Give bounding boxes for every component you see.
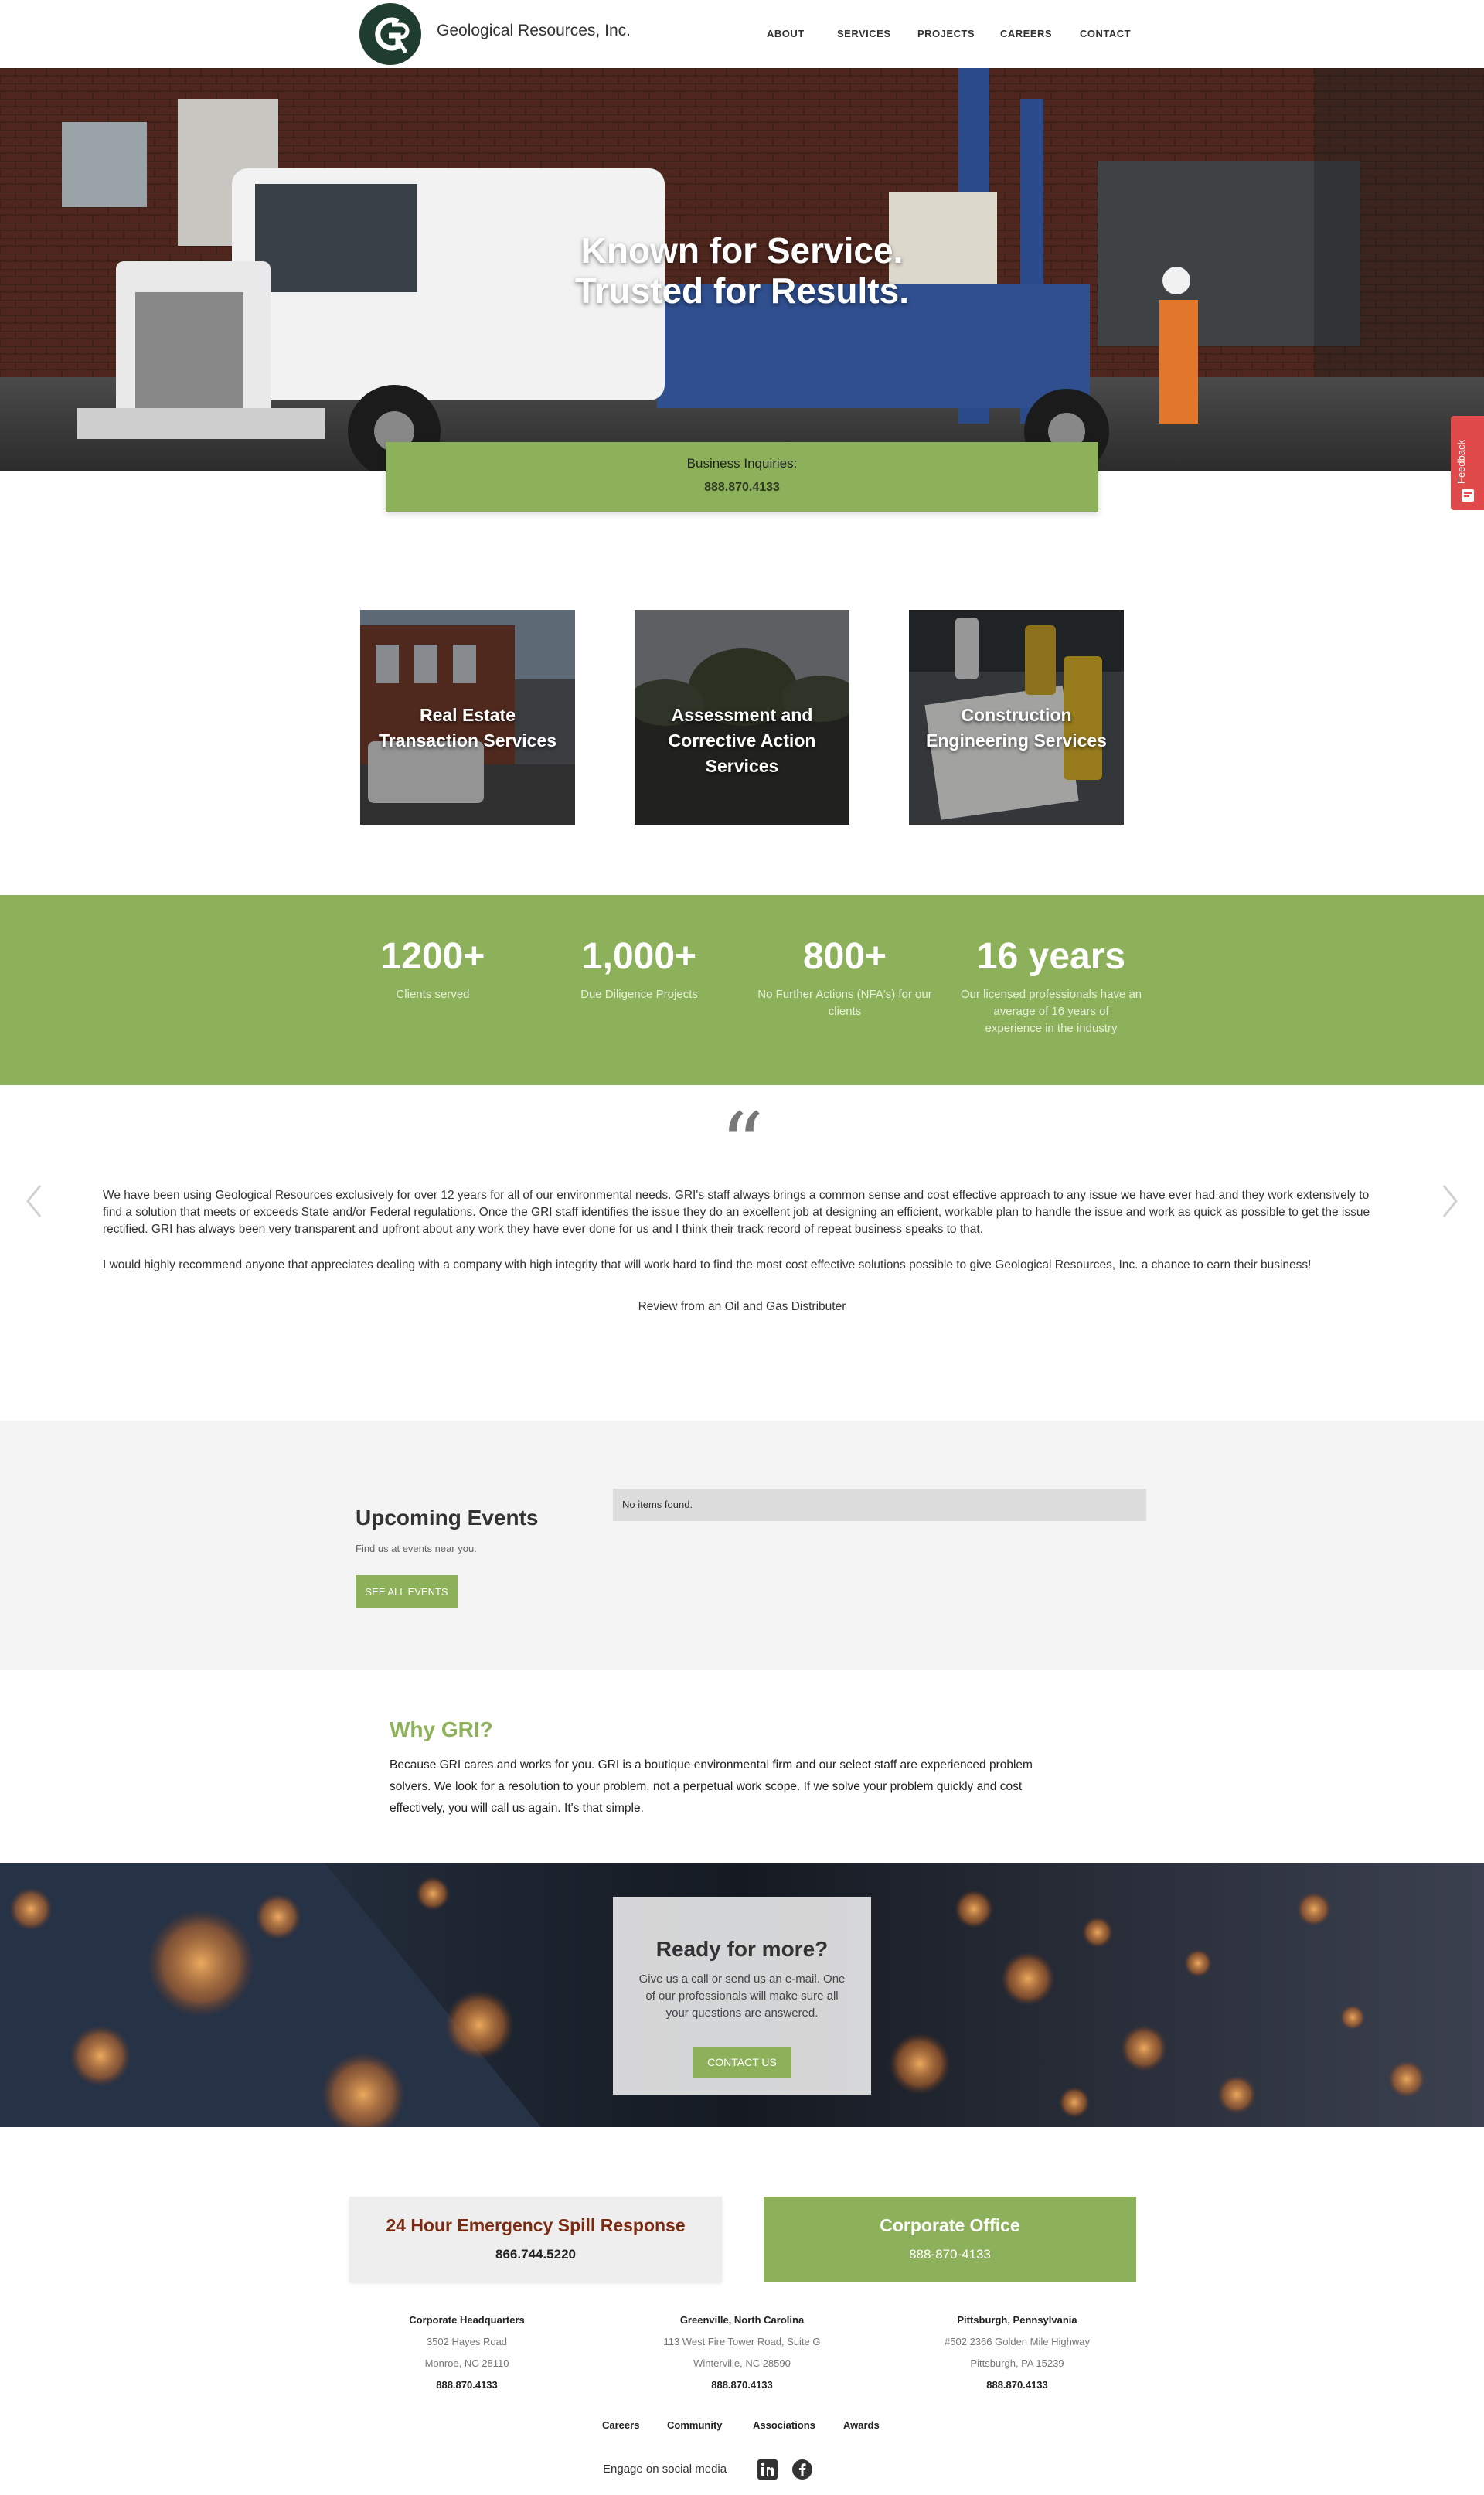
cta-title: Ready for more? [655, 1937, 829, 1961]
carousel-next-icon[interactable] [1438, 1183, 1461, 1220]
stat-label: Our licensed professionals have an avera… [955, 986, 1148, 1037]
contact-us-button[interactable]: CONTACT US [693, 2047, 791, 2078]
events-title: Upcoming Events [356, 1506, 539, 1530]
carousel-prev-icon[interactable] [23, 1183, 46, 1220]
office-corporate-hq: Corporate Headquarters 3502 Hayes Road M… [320, 2309, 614, 2396]
cta-banner: Ready for more? Give us a call or send u… [0, 1863, 1484, 2127]
why-line-2: solvers. We look for a resolution to you… [390, 1780, 1023, 1793]
cta-text: Give us a call or send us an e-mail. One… [628, 1971, 856, 2022]
office-heading: Corporate Headquarters [409, 2314, 525, 2326]
events-section: Upcoming Events Find us at events near y… [0, 1421, 1484, 1670]
office-heading: Greenville, North Carolina [679, 2314, 805, 2326]
stat-number: 16 years [976, 936, 1126, 977]
stat-label-line1: Our licensed professionals have an [960, 988, 1142, 1001]
spill-response-box: 24 Hour Emergency Spill Response 866.744… [349, 2197, 722, 2282]
stat-label-line3: experience in the industry [985, 1022, 1118, 1035]
office-pittsburgh: Pittsburgh, Pennsylvania #502 2366 Golde… [870, 2309, 1164, 2396]
corporate-title: Corporate Office [880, 2215, 1020, 2235]
inquiry-phone[interactable]: 888.870.4133 [386, 481, 1098, 495]
testimonial-source: Review from an Oil and Gas Distributer [638, 1300, 846, 1313]
see-all-events-button[interactable]: SEE ALL EVENTS [356, 1575, 458, 1608]
nav-projects[interactable]: PROJECTS [917, 28, 975, 39]
stat-nfas: 800+ No Further Actions (NFA's) for our … [748, 935, 941, 1020]
service-title-line2: Engineering Services [926, 730, 1107, 751]
stat-number: 1200+ [380, 936, 485, 977]
footer-link-careers[interactable]: Careers [602, 2419, 639, 2431]
corporate-phone[interactable]: 888-870-4133 [764, 2247, 1136, 2262]
service-title-line1: Construction [961, 705, 1072, 725]
spill-title: 24 Hour Emergency Spill Response [386, 2215, 686, 2235]
events-empty-message: No items found. [613, 1489, 1146, 1521]
business-inquiries-box: Business Inquiries: 888.870.4133 [386, 442, 1098, 512]
nav-contact[interactable]: CONTACT [1080, 28, 1131, 39]
stats-band: 1200+ Clients served 1,000+ Due Diligenc… [0, 895, 1484, 1085]
cta-text-line1: Give us a call or send us an e-mail. One [638, 1973, 846, 1986]
service-title-line1: Assessment and [671, 705, 813, 725]
testimonial-paragraph-2: I would highly recommend anyone that app… [103, 1258, 1312, 1271]
hero-title-line1: Known for Service. [580, 230, 904, 271]
office-phone[interactable]: 888.870.4133 [870, 2374, 1164, 2396]
office-address-2: Winterville, NC 28590 [693, 2357, 791, 2369]
service-title-line2: Transaction Services [378, 730, 557, 751]
feedback-label: Feedback [1455, 439, 1467, 484]
stat-years: 16 years Our licensed professionals have… [955, 935, 1148, 1037]
why-line-3: effectively, you will call us again. It'… [390, 1802, 644, 1815]
service-title-line3: Services [705, 756, 779, 776]
office-address-2: Monroe, NC 28110 [424, 2357, 509, 2369]
brand-name[interactable]: Geological Resources, Inc. [437, 22, 631, 40]
linkedin-icon[interactable] [757, 2459, 778, 2480]
stat-label-line2: average of 16 years of [993, 1005, 1109, 1018]
nav-careers[interactable]: CAREERS [1000, 28, 1052, 39]
stat-label-line1: No Further Actions (NFA's) for our [757, 988, 932, 1001]
service-card-construction[interactable]: Construction Engineering Services [909, 610, 1124, 825]
quote-mark-icon: “ [720, 1094, 764, 1193]
office-address-1: #502 2366 Golden Mile Highway [945, 2336, 1090, 2347]
gri-logo[interactable] [358, 2, 423, 66]
corporate-office-box: Corporate Office 888-870-4133 [764, 2197, 1136, 2282]
why-line-1: Because GRI cares and works for you. GRI… [390, 1758, 1033, 1772]
nav-services[interactable]: SERVICES [837, 28, 891, 39]
why-text: Because GRI cares and works for you. GRI… [390, 1755, 1085, 1819]
events-subtitle: Find us at events near you. [356, 1543, 477, 1554]
social-label: Engage on social media [603, 2463, 727, 2476]
stat-label: Clients served [396, 988, 470, 1001]
testimonial-paragraph-1: We have been using Geological Resources … [103, 1189, 1370, 1236]
inquiry-label: Business Inquiries: [686, 456, 798, 471]
site-header: Geological Resources, Inc. ABOUT SERVICE… [0, 0, 1484, 68]
office-address-2: Pittsburgh, PA 15239 [970, 2357, 1064, 2369]
stat-projects: 1,000+ Due Diligence Projects [543, 935, 736, 1003]
stat-clients: 1200+ Clients served [336, 935, 529, 1003]
footer-link-associations[interactable]: Associations [753, 2419, 815, 2431]
office-address-1: 3502 Hayes Road [426, 2336, 508, 2347]
stat-number: 1,000+ [581, 936, 697, 977]
feedback-tab[interactable]: Feedback [1451, 416, 1484, 510]
hero-banner: Known for Service. Trusted for Results. [0, 68, 1484, 471]
nav-about[interactable]: ABOUT [767, 28, 805, 39]
office-address-1: 113 West Fire Tower Road, Suite G [663, 2336, 821, 2347]
hero-title-line2: Trusted for Results. [575, 271, 909, 311]
feedback-icon [1462, 489, 1474, 502]
facebook-icon[interactable] [791, 2459, 813, 2480]
office-phone[interactable]: 888.870.4133 [595, 2374, 889, 2396]
service-card-real-estate[interactable]: Real Estate Transaction Services [360, 610, 575, 825]
service-title-line1: Real Estate [419, 705, 516, 725]
why-title: Why GRI? [390, 1717, 493, 1741]
cta-box: Ready for more? Give us a call or send u… [613, 1897, 871, 2095]
stat-number: 800+ [802, 936, 887, 977]
footer-link-awards[interactable]: Awards [843, 2419, 880, 2431]
service-card-assessment[interactable]: Assessment and Corrective Action Service… [635, 610, 849, 825]
office-greenville: Greenville, North Carolina 113 West Fire… [595, 2309, 889, 2396]
stat-label: Due Diligence Projects [580, 988, 698, 1001]
office-heading: Pittsburgh, Pennsylvania [957, 2314, 1077, 2326]
cta-text-line3: your questions are answered. [665, 2007, 819, 2020]
stat-label-line2: clients [828, 1005, 862, 1018]
spill-phone[interactable]: 866.744.5220 [349, 2247, 722, 2262]
stat-label: No Further Actions (NFA's) for our clien… [748, 986, 941, 1020]
footer-link-community[interactable]: Community [667, 2419, 723, 2431]
cta-text-line2: of our professionals will make sure all [645, 1990, 839, 2003]
office-phone[interactable]: 888.870.4133 [320, 2374, 614, 2396]
service-title-line2: Corrective Action [668, 730, 816, 751]
